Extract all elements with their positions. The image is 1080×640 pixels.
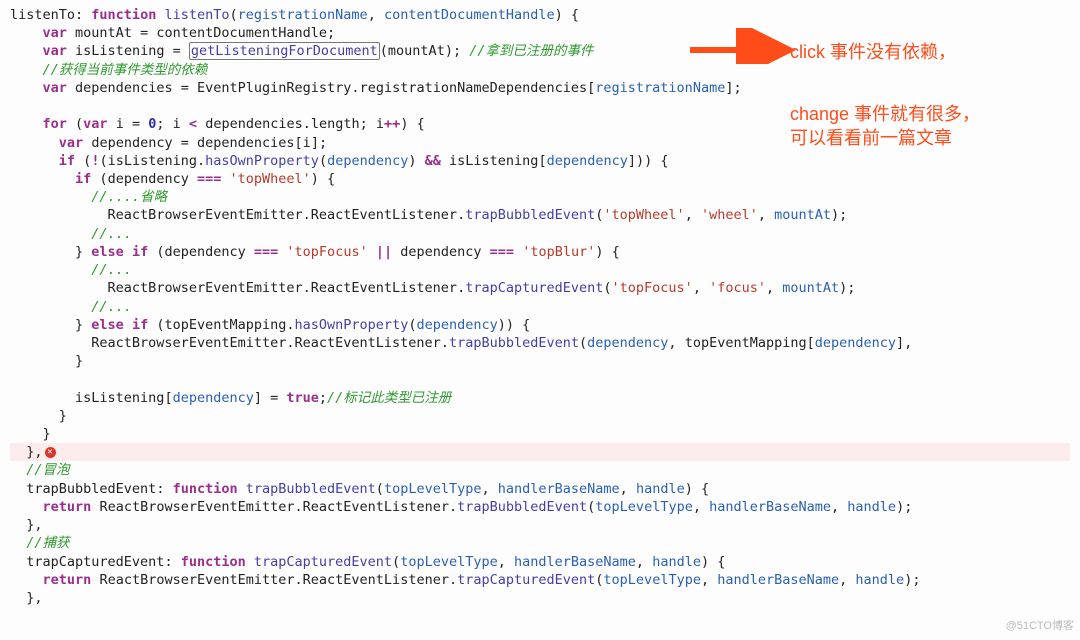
annotation-change: change 事件就有很多， 可以看看前一篇文章 xyxy=(790,102,980,151)
error-line: },✕ xyxy=(10,443,1070,461)
watermark: @51CTO博客 xyxy=(1006,619,1074,634)
error-icon: ✕ xyxy=(45,447,56,458)
annotation-click: click 事件没有依赖， xyxy=(790,40,956,64)
highlighted-call: getListeningForDocument xyxy=(189,42,380,60)
code-block: listenTo: function listenTo(registration… xyxy=(10,6,1070,607)
